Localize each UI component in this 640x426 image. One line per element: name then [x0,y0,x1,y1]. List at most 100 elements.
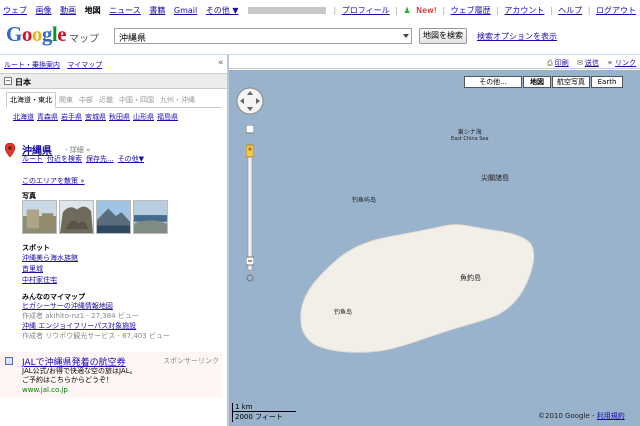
map-copyright: ©2010 Google - 利用規約 [538,411,625,421]
directions-action[interactable]: ルート [22,155,43,163]
separator: | [395,6,398,15]
separator: | [587,6,591,15]
explore-area-link[interactable]: このエリアを散策 » [22,176,85,186]
sponsored-ad: JALで沖縄県発着の航空券 スポンサーリンク JAL公式/お得で快適な空の旅はJ… [0,352,222,398]
more-action[interactable]: その他▼ [118,155,144,163]
tab-region[interactable]: 九州・沖縄 [157,93,198,107]
map-label-sea: 東シナ海 East China Sea [451,129,489,142]
photo-thumbnail[interactable] [96,200,131,234]
map-pin-icon[interactable] [5,143,15,157]
prefecture-link[interactable]: 北海道 [13,113,34,121]
ad-url[interactable]: www.jal.co.jp [22,386,68,394]
spots-heading: スポット [22,244,50,252]
new-badge: New! [416,6,437,15]
product-links: ウェブ 画像 動画 地図 ニュース 書籍 Gmail その他 ▼ [3,5,244,16]
photo-thumbnail[interactable] [133,200,168,234]
lab-icon: ♟ [403,6,411,15]
tab-region[interactable]: 関東 [56,93,76,107]
search-input[interactable]: 沖縄県 [114,28,412,44]
section-title: 日本 [15,78,31,87]
separator: | [442,6,446,15]
help-link[interactable]: ヘルプ [558,6,582,15]
map-label-kuba: 钓鱼屿岛 [352,197,377,204]
map-geography [300,224,535,353]
mymap-link[interactable]: 沖縄 エンジョイフリーパス対象施設 [22,321,170,331]
terms-link[interactable]: 利用規約 [597,412,625,420]
prefecture-link[interactable]: 宮城県 [85,113,106,121]
photo-thumbnail[interactable] [22,200,57,234]
separator: | [333,6,337,15]
mymap-meta: 作成者 akihito-nz1 - 27,384 ビュー [22,312,139,320]
prefecture-link[interactable]: 山形県 [133,113,154,121]
logout-link[interactable]: ログアウト [596,6,636,15]
result-actions: ルート 付近を検索 保存先... その他▼ [22,154,148,164]
nav-images[interactable]: 画像 [36,6,52,15]
directions-link[interactable]: ルート・乗換案内 [4,61,60,69]
map-type-more[interactable]: その他... [464,76,522,88]
section-header-japan[interactable]: − 日本 [0,73,227,89]
prefecture-link[interactable]: 青森県 [37,113,58,121]
tab-region[interactable]: 中部 [76,93,96,107]
pan-control[interactable] [236,87,264,115]
ad-line: JAL公式/お得で快適な空の旅はJAL。 [22,367,137,375]
save-to-action[interactable]: 保存先... [86,155,114,163]
prefecture-link[interactable]: 岩手県 [61,113,82,121]
dropdown-arrow-icon[interactable] [403,34,409,38]
map-type-satellite[interactable]: 航空写真 [552,76,590,88]
collapse-section-icon[interactable]: − [4,77,12,85]
collapse-panel-icon[interactable]: « [218,58,224,68]
spot-link[interactable]: 中村家住宅 [22,275,78,286]
prefecture-links: 北海道 青森県 岩手県 宮城県 秋田県 山形県 福島県 [13,112,181,122]
nav-maps[interactable]: 地図 [85,6,101,15]
map-canvas[interactable] [229,70,640,426]
spot-link[interactable]: 首里城 [22,264,78,275]
prefecture-link[interactable]: 秋田県 [109,113,130,121]
nav-more[interactable]: その他 ▼ [206,6,239,15]
spot-link[interactable]: 沖縄美ら海水族館 [22,253,78,264]
nav-videos[interactable]: 動画 [60,6,76,15]
separator: | [549,6,553,15]
zoom-control[interactable] [246,125,254,285]
map-type-earth[interactable]: Earth [591,76,623,88]
region-tabs: 北海道・東北 関東 中部 近畿 中国・四国 九州・沖縄 [6,92,222,108]
map-action-links: ⎙ 印刷 ✉ 送信 ⚭ リンク [541,58,636,68]
scale-bar: 1 km 2000 フィート [232,403,296,422]
tab-region[interactable]: 北海道・東北 [6,92,56,108]
photo-thumbnail[interactable] [59,200,94,234]
account-links: | プロフィール | ♟ New! | ウェブ履歴 | アカウント | ヘルプ … [245,5,636,16]
nav-web[interactable]: ウェブ [3,6,27,15]
send-link[interactable]: 送信 [585,59,599,67]
mail-icon: ✉ [577,59,583,67]
ad-line: ご予約はこちらからどうぞ！ [22,376,113,384]
profile-link[interactable]: プロフィール [342,6,390,15]
mymaps-link[interactable]: マイマップ [67,61,102,69]
search-nearby-action[interactable]: 付近を検索 [47,155,82,163]
redacted-email [248,7,326,14]
search-button[interactable]: 地図を検索 [419,28,467,44]
mymap-link[interactable]: ヒガシーサーの沖縄情報地図 [22,301,170,311]
sponsored-label: スポンサーリンク [163,357,219,365]
nav-gmail[interactable]: Gmail [174,6,197,15]
tab-region[interactable]: 近畿 [96,93,116,107]
tab-region[interactable]: 中国・四国 [116,93,157,107]
left-links: ルート・乗換案内 マイマップ [4,60,102,70]
map-type-map[interactable]: 地図 [523,76,551,88]
mymaps-list: ヒガシーサーの沖縄情報地図 作成者 akihito-nz1 - 27,384 ビ… [22,301,170,341]
print-icon: ⎙ [547,59,553,67]
account-link[interactable]: アカウント [504,6,544,15]
nav-news[interactable]: ニュース [109,6,141,15]
map-toolbar: ⎙ 印刷 ✉ 送信 ⚭ リンク [229,55,640,69]
ad-body: JAL公式/お得で快適な空の旅はJAL。 ご予約はこちらからどうぞ！ [22,367,137,385]
google-logo[interactable]: Google [6,22,67,47]
search-options-link[interactable]: 検索オプションを表示 [477,31,557,42]
map-label-senkaku: 尖閣諸島 [481,174,509,182]
copyright-text: ©2010 Google - [538,412,597,420]
prefecture-link[interactable]: 福島県 [157,113,178,121]
web-history-link[interactable]: ウェブ履歴 [451,6,491,15]
link-link[interactable]: リンク [615,59,636,67]
ad-expand-icon[interactable] [5,357,13,365]
map-type-selector: その他... 地図 航空写真 Earth [463,76,623,88]
print-link[interactable]: 印刷 [555,59,569,67]
nav-books[interactable]: 書籍 [149,6,165,15]
map-label-kita: 钓鱼岛 [334,309,353,316]
